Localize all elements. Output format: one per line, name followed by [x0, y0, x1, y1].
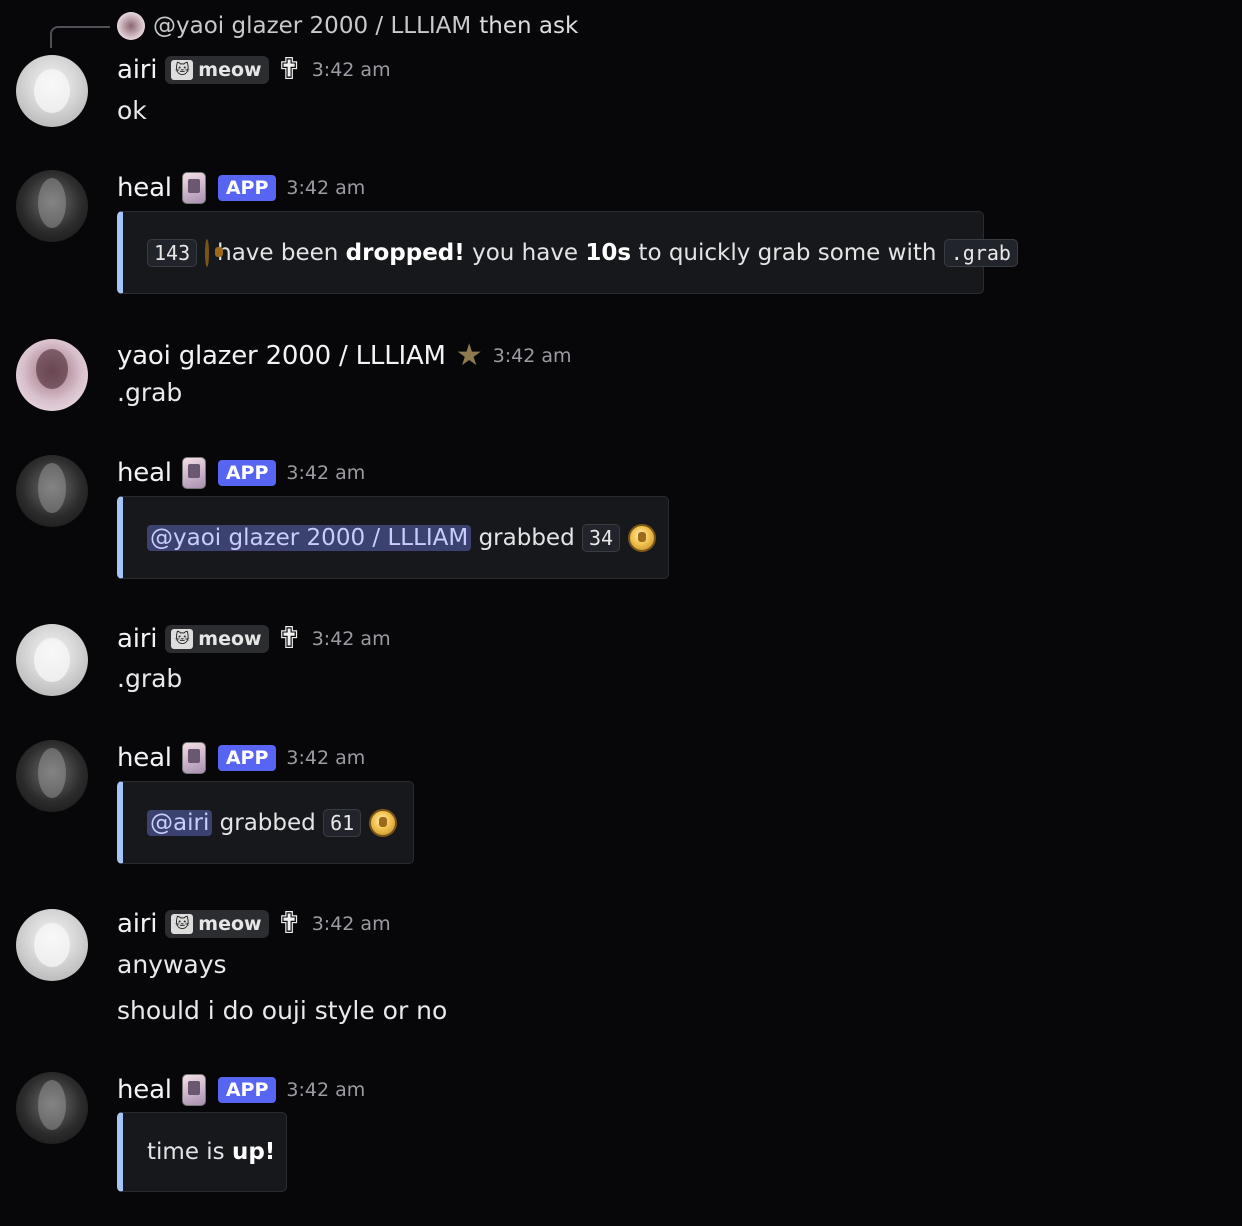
chat-log: @yaoi glazer 2000 / LLLIAM then ask airi…: [0, 0, 1242, 1226]
app-badge: APP: [217, 460, 277, 486]
embed-bold: dropped!: [345, 239, 465, 266]
guild-tag-label: meow: [198, 59, 262, 81]
flip-phone-icon: [181, 172, 206, 204]
coin-icon: [628, 523, 657, 552]
star-icon: ★: [455, 338, 483, 373]
app-badge: APP: [217, 175, 277, 201]
message-heal-1[interactable]: heal APP 3:42 am 143 have been dropped! …: [0, 168, 1242, 308]
message-text: .grab: [117, 378, 183, 407]
message-heal-4[interactable]: heal APP 3:42 am time is up!: [0, 1070, 1242, 1200]
message-text: should i do ouji style or no: [117, 996, 448, 1025]
username[interactable]: heal: [117, 1075, 172, 1105]
avatar[interactable]: [16, 909, 88, 981]
avatar[interactable]: [16, 339, 88, 411]
app-badge: APP: [217, 1077, 277, 1103]
guild-tag[interactable]: 🐱 meow: [165, 625, 269, 653]
embed-text: time is: [147, 1139, 225, 1165]
timestamp[interactable]: 3:42 am: [312, 59, 391, 81]
timestamp[interactable]: 3:42 am: [493, 345, 572, 367]
reply-author[interactable]: @yaoi glazer 2000 / LLLIAM: [153, 13, 471, 39]
message-airi-1[interactable]: @yaoi glazer 2000 / LLLIAM then ask airi…: [0, 0, 1242, 140]
reply-avatar: [117, 12, 145, 40]
grab-amount: 61: [323, 808, 362, 837]
username[interactable]: heal: [117, 743, 172, 773]
avatar[interactable]: [16, 624, 88, 696]
embed-bold: 10s: [585, 239, 632, 266]
guild-tag[interactable]: 🐱 meow: [165, 56, 269, 84]
username[interactable]: yaoi glazer 2000 / LLLIAM: [117, 341, 446, 371]
embed-bold: up!: [231, 1139, 276, 1165]
message-heal-3[interactable]: heal APP 3:42 am @airi grabbed 61: [0, 738, 1242, 878]
username[interactable]: airi: [117, 909, 157, 939]
flip-phone-icon: [181, 1074, 206, 1106]
user-mention[interactable]: @airi: [147, 809, 213, 836]
message-text: anyways: [117, 950, 227, 979]
message-airi-2[interactable]: airi 🐱 meow ✟ 3:42 am .grab: [0, 621, 1242, 721]
timestamp[interactable]: 3:42 am: [312, 628, 391, 650]
embed-text: grabbed: [478, 524, 575, 551]
grab-amount: 34: [582, 523, 621, 552]
avatar[interactable]: [16, 455, 88, 527]
embed: 143 have been dropped! you have 10s to q…: [117, 211, 1018, 294]
timestamp[interactable]: 3:42 am: [286, 1079, 365, 1101]
winged-cross-icon: ✟: [276, 621, 302, 656]
reply-text: then ask: [479, 13, 579, 39]
avatar[interactable]: [16, 55, 88, 127]
reply-preview[interactable]: @yaoi glazer 2000 / LLLIAM then ask: [117, 12, 578, 40]
timestamp[interactable]: 3:42 am: [286, 747, 365, 769]
username[interactable]: airi: [117, 55, 157, 85]
timestamp[interactable]: 3:42 am: [286, 177, 365, 199]
winged-cross-icon: ✟: [276, 52, 302, 87]
app-badge: APP: [217, 745, 277, 771]
message-heal-2[interactable]: heal APP 3:42 am @yaoi glazer 2000 / LLL…: [0, 453, 1242, 593]
flip-phone-icon: [181, 457, 206, 489]
drop-count: 143: [147, 238, 198, 267]
embed: time is up!: [117, 1112, 287, 1192]
cat-face-icon: 🐱: [171, 914, 194, 934]
inline-code: .grab: [943, 238, 1018, 267]
timestamp[interactable]: 3:42 am: [286, 462, 365, 484]
avatar[interactable]: [16, 170, 88, 242]
username[interactable]: heal: [117, 458, 172, 488]
embed: @airi grabbed 61: [117, 781, 414, 864]
winged-cross-icon: ✟: [276, 906, 302, 941]
embed-text: to quickly grab some with: [638, 239, 937, 266]
flip-phone-icon: [181, 742, 206, 774]
message-airi-3[interactable]: airi 🐱 meow ✟ 3:42 am anyways should i d…: [0, 906, 1242, 1046]
embed: @yaoi glazer 2000 / LLLIAM grabbed 34: [117, 496, 669, 579]
coin-icon: [369, 808, 398, 837]
embed-text: you have: [472, 239, 579, 266]
username[interactable]: heal: [117, 173, 172, 203]
guild-tag-label: meow: [198, 628, 262, 650]
message-yaoi[interactable]: yaoi glazer 2000 / LLLIAM ★ 3:42 am .gra…: [0, 338, 1242, 438]
timestamp[interactable]: 3:42 am: [312, 913, 391, 935]
username[interactable]: airi: [117, 624, 157, 654]
reply-connector: [50, 26, 110, 48]
user-mention[interactable]: @yaoi glazer 2000 / LLLIAM: [147, 524, 472, 551]
cat-face-icon: 🐱: [171, 60, 194, 80]
message-text: .grab: [117, 664, 183, 693]
message-text: ok: [117, 96, 147, 125]
coin-icon: [205, 238, 224, 267]
guild-tag-label: meow: [198, 913, 262, 935]
avatar[interactable]: [16, 1072, 88, 1144]
avatar[interactable]: [16, 740, 88, 812]
embed-text: grabbed: [219, 809, 316, 836]
cat-face-icon: 🐱: [171, 629, 194, 649]
guild-tag[interactable]: 🐱 meow: [165, 910, 269, 938]
embed-text: have been: [217, 239, 339, 266]
